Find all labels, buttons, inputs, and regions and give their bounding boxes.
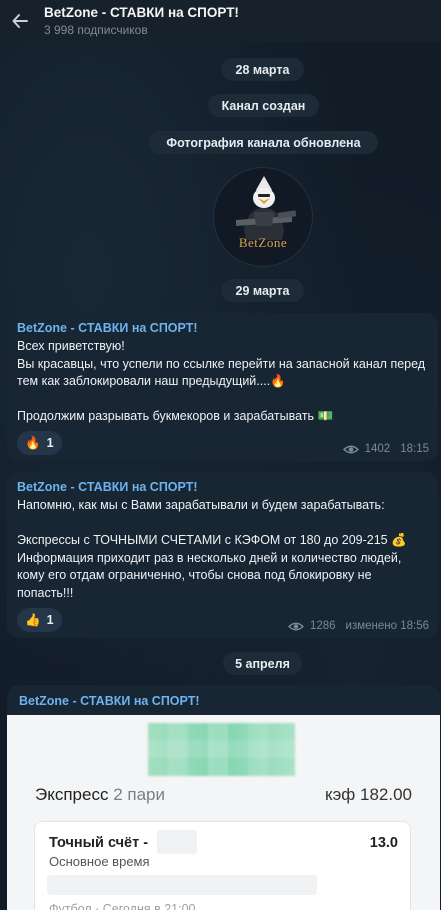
message-sender[interactable]: BetZone - СТАВКИ на СПОРТ!	[17, 480, 428, 494]
service-channel-created: Канал создан	[208, 94, 319, 117]
message-bubble[interactable]: BetZone - СТАВКИ на СПОРТ! Всех приветст…	[7, 313, 438, 461]
date-separator: 29 марта	[221, 279, 304, 302]
message-meta: 1286 изменено 18:56	[287, 620, 429, 632]
message-sender[interactable]: BetZone - СТАВКИ на СПОРТ!	[19, 694, 200, 708]
bet-card: Точный счёт - 13.0 Основное время Футбол…	[34, 821, 411, 910]
blurred-teams	[47, 875, 317, 895]
date-separator: 5 апреля	[223, 652, 302, 675]
date-separator: 28 марта	[221, 58, 304, 81]
channel-photo[interactable]: BetZone	[213, 167, 313, 267]
blurred-score	[157, 830, 197, 854]
message-time: 18:15	[400, 443, 429, 455]
reaction-chip[interactable]: 🔥 1	[17, 431, 62, 455]
fire-icon: 🔥	[25, 435, 41, 450]
message-text: Напомню, как мы с Вами зарабатывали и бу…	[17, 498, 407, 600]
service-photo-updated: Фотография канала обновлена	[149, 131, 378, 154]
express-title: Экспресс	[35, 785, 109, 804]
bet-odds: 13.0	[369, 835, 398, 851]
eye-icon	[287, 622, 304, 630]
channel-title: BetZone - СТАВКИ на СПОРТ!	[44, 5, 239, 20]
view-count: 1286	[309, 620, 336, 632]
message-bubble[interactable]: BetZone - СТАВКИ на СПОРТ! Экспресс 2 па…	[7, 685, 440, 910]
chat-header: BetZone - СТАВКИ на СПОРТ! 3 998 подписч…	[0, 0, 441, 42]
express-label: Экспресс 2 пари	[35, 785, 165, 805]
bet-title: Точный счёт -	[49, 835, 149, 851]
subscriber-count: 3 998 подписчиков	[44, 23, 148, 37]
blurred-logo	[148, 723, 295, 776]
reaction-count: 1	[46, 613, 54, 627]
message-photo[interactable]: Экспресс 2 пари кэф 182.00 Точный счёт -…	[7, 715, 440, 910]
eye-icon	[342, 445, 359, 453]
view-count: 1402	[364, 443, 391, 455]
express-pairs: 2 пари	[113, 785, 165, 804]
bet-period: Основное время	[49, 854, 150, 869]
message-bubble[interactable]: BetZone - СТАВКИ на СПОРТ! Напомню, как …	[7, 472, 438, 638]
arrow-left-icon	[12, 14, 28, 28]
reaction-chip[interactable]: 👍 1	[17, 608, 62, 632]
bet-event-info: Футбол · Сегодня в 21:00	[49, 902, 196, 910]
channel-photo-caption: BetZone	[238, 235, 288, 250]
thumbs-up-icon: 👍	[25, 612, 41, 627]
message-time: изменено 18:56	[345, 620, 429, 632]
mascot-logo-icon	[236, 176, 297, 240]
message-meta: 1402 18:15	[342, 443, 429, 455]
express-coef: кэф 182.00	[324, 785, 412, 804]
message-sender[interactable]: BetZone - СТАВКИ на СПОРТ!	[17, 321, 428, 335]
back-button[interactable]	[0, 0, 40, 42]
reaction-count: 1	[46, 436, 54, 450]
channel-info[interactable]: BetZone - СТАВКИ на СПОРТ! 3 998 подписч…	[44, 5, 239, 37]
message-text: Всех приветствую! Вы красавцы, что успел…	[17, 339, 426, 424]
